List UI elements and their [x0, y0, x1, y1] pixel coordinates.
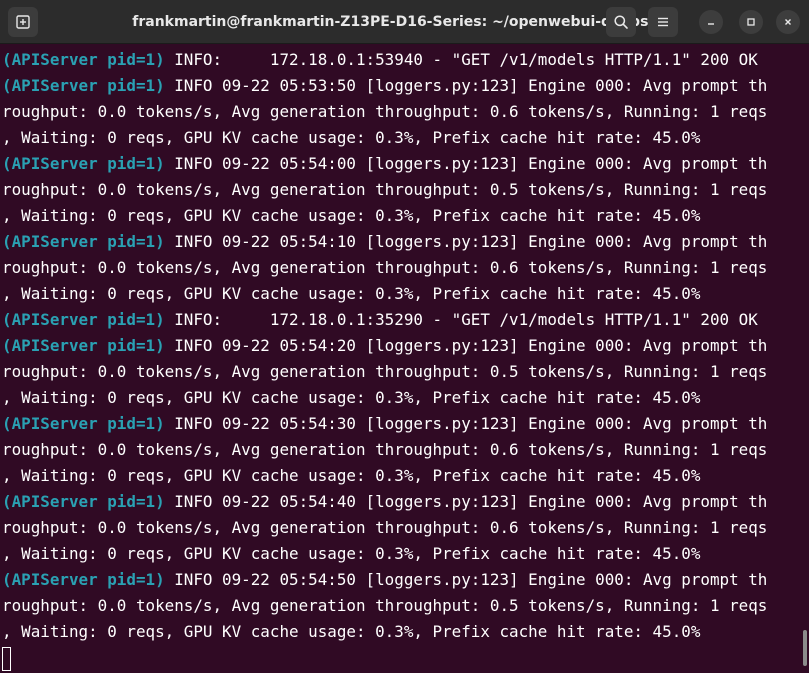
- log-process-prefix: (APIServer pid=1): [2, 232, 165, 251]
- terminal-line: , Waiting: 0 reqs, GPU KV cache usage: 0…: [2, 541, 809, 567]
- terminal-line: roughput: 0.0 tokens/s, Avg generation t…: [2, 515, 809, 541]
- log-text: INFO 09-22 05:54:40 [loggers.py:123] Eng…: [164, 492, 768, 511]
- log-text: , Waiting: 0 reqs, GPU KV cache usage: 0…: [2, 284, 701, 303]
- log-text: roughput: 0.0 tokens/s, Avg generation t…: [2, 596, 768, 615]
- log-process-prefix: (APIServer pid=1): [2, 414, 165, 433]
- log-text: , Waiting: 0 reqs, GPU KV cache usage: 0…: [2, 128, 701, 147]
- log-text: roughput: 0.0 tokens/s, Avg generation t…: [2, 518, 768, 537]
- terminal-line: , Waiting: 0 reqs, GPU KV cache usage: 0…: [2, 619, 809, 645]
- log-process-prefix: (APIServer pid=1): [2, 310, 165, 329]
- log-text: INFO: 172.18.0.1:35290 - "GET /v1/models…: [164, 310, 758, 329]
- log-text: roughput: 0.0 tokens/s, Avg generation t…: [2, 180, 768, 199]
- terminal-line: , Waiting: 0 reqs, GPU KV cache usage: 0…: [2, 203, 809, 229]
- terminal-line: roughput: 0.0 tokens/s, Avg generation t…: [2, 359, 809, 385]
- maximize-button[interactable]: [739, 10, 763, 34]
- log-text: roughput: 0.0 tokens/s, Avg generation t…: [2, 102, 768, 121]
- log-text: , Waiting: 0 reqs, GPU KV cache usage: 0…: [2, 622, 701, 641]
- log-text: , Waiting: 0 reqs, GPU KV cache usage: 0…: [2, 388, 701, 407]
- terminal-window: frankmartin@frankmartin-Z13PE-D16-Series…: [0, 0, 809, 673]
- minimize-button[interactable]: [699, 10, 723, 34]
- terminal-line: (APIServer pid=1) INFO 09-22 05:54:50 [l…: [2, 567, 809, 593]
- window-title: frankmartin@frankmartin-Z13PE-D16-Series…: [132, 14, 677, 30]
- log-process-prefix: (APIServer pid=1): [2, 570, 165, 589]
- search-button[interactable]: [606, 7, 636, 37]
- text-cursor: [2, 646, 11, 671]
- hamburger-menu-icon: [658, 17, 668, 27]
- terminal-line: (APIServer pid=1) INFO 09-22 05:54:10 [l…: [2, 229, 809, 255]
- terminal-line: (APIServer pid=1) INFO 09-22 05:54:20 [l…: [2, 333, 809, 359]
- close-icon: [785, 19, 791, 25]
- log-text: INFO 09-22 05:54:30 [loggers.py:123] Eng…: [164, 414, 768, 433]
- log-process-prefix: (APIServer pid=1): [2, 50, 165, 69]
- terminal-line: roughput: 0.0 tokens/s, Avg generation t…: [2, 99, 809, 125]
- terminal-line: (APIServer pid=1) INFO: 172.18.0.1:35290…: [2, 307, 809, 333]
- close-button[interactable]: [776, 10, 800, 34]
- log-text: INFO 09-22 05:54:50 [loggers.py:123] Eng…: [164, 570, 768, 589]
- terminal-output[interactable]: (APIServer pid=1) INFO: 172.18.0.1:53940…: [0, 44, 809, 673]
- log-text: INFO 09-22 05:54:20 [loggers.py:123] Eng…: [164, 336, 768, 355]
- terminal-line: , Waiting: 0 reqs, GPU KV cache usage: 0…: [2, 463, 809, 489]
- log-process-prefix: (APIServer pid=1): [2, 336, 165, 355]
- log-text: , Waiting: 0 reqs, GPU KV cache usage: 0…: [2, 206, 701, 225]
- terminal-line: (APIServer pid=1) INFO: 172.18.0.1:53940…: [2, 47, 809, 73]
- terminal-line: (APIServer pid=1) INFO 09-22 05:54:40 [l…: [2, 489, 809, 515]
- log-text: roughput: 0.0 tokens/s, Avg generation t…: [2, 440, 768, 459]
- terminal-line: roughput: 0.0 tokens/s, Avg generation t…: [2, 255, 809, 281]
- terminal-line: , Waiting: 0 reqs, GPU KV cache usage: 0…: [2, 125, 809, 151]
- title-bar[interactable]: frankmartin@frankmartin-Z13PE-D16-Series…: [0, 0, 809, 44]
- log-text: , Waiting: 0 reqs, GPU KV cache usage: 0…: [2, 466, 701, 485]
- minimize-icon: [708, 23, 714, 25]
- scrollbar-thumb[interactable]: [803, 630, 807, 666]
- new-tab-button[interactable]: [8, 7, 38, 37]
- log-text: INFO: 172.18.0.1:53940 - "GET /v1/models…: [164, 50, 758, 69]
- terminal-line: , Waiting: 0 reqs, GPU KV cache usage: 0…: [2, 281, 809, 307]
- terminal-line: (APIServer pid=1) INFO 09-22 05:54:00 [l…: [2, 151, 809, 177]
- maximize-icon: [747, 18, 755, 26]
- log-process-prefix: (APIServer pid=1): [2, 492, 165, 511]
- terminal-line: roughput: 0.0 tokens/s, Avg generation t…: [2, 437, 809, 463]
- terminal-line: , Waiting: 0 reqs, GPU KV cache usage: 0…: [2, 385, 809, 411]
- log-text: , Waiting: 0 reqs, GPU KV cache usage: 0…: [2, 544, 701, 563]
- search-icon: [614, 15, 628, 29]
- log-text: INFO 09-22 05:53:50 [loggers.py:123] Eng…: [164, 76, 768, 95]
- new-tab-icon: [16, 15, 30, 29]
- log-text: roughput: 0.0 tokens/s, Avg generation t…: [2, 258, 768, 277]
- log-text: INFO 09-22 05:54:10 [loggers.py:123] Eng…: [164, 232, 768, 251]
- terminal-line: (APIServer pid=1) INFO 09-22 05:53:50 [l…: [2, 73, 809, 99]
- terminal-line: roughput: 0.0 tokens/s, Avg generation t…: [2, 177, 809, 203]
- log-text: roughput: 0.0 tokens/s, Avg generation t…: [2, 362, 768, 381]
- terminal-line: (APIServer pid=1) INFO 09-22 05:54:30 [l…: [2, 411, 809, 437]
- menu-button[interactable]: [648, 7, 678, 37]
- log-process-prefix: (APIServer pid=1): [2, 154, 165, 173]
- log-process-prefix: (APIServer pid=1): [2, 76, 165, 95]
- terminal-line: roughput: 0.0 tokens/s, Avg generation t…: [2, 593, 809, 619]
- log-text: INFO 09-22 05:54:00 [loggers.py:123] Eng…: [164, 154, 768, 173]
- prompt-line[interactable]: [2, 645, 809, 671]
